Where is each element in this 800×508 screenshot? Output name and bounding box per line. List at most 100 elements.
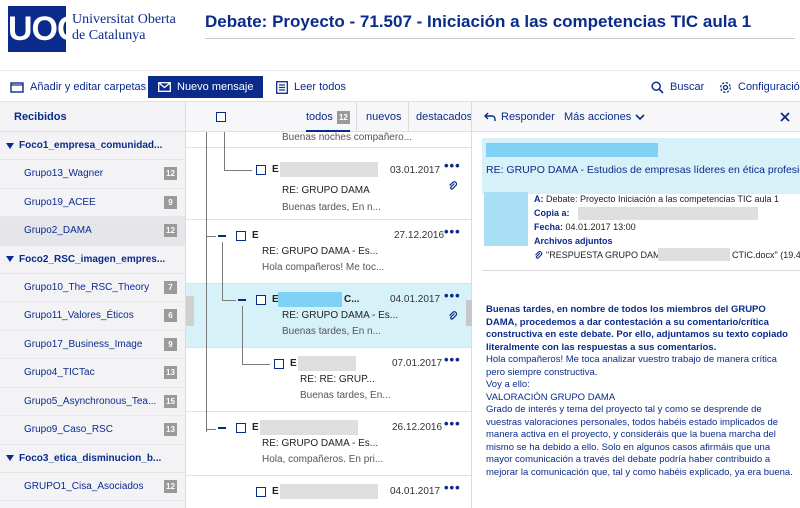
message-preview: Hola compañeros! Me toc... bbox=[262, 262, 385, 273]
attachment-link[interactable]: "RESPUESTA GRUPO DAMA A bbox=[546, 250, 674, 260]
message-subject: RE: RE: GRUP... bbox=[300, 374, 375, 385]
sender-initial: E bbox=[272, 486, 279, 497]
message-row[interactable]: E 26.12.2016 ••• RE: GRUPO DAMA - Es... … bbox=[186, 412, 471, 476]
read-all-button[interactable]: Leer todos bbox=[276, 71, 346, 103]
message-row[interactable]: E 27.12.2016 ••• RE: GRUPO DAMA - Es... … bbox=[186, 220, 471, 284]
gear-icon bbox=[720, 81, 731, 93]
folder-item-label: GRUPO1_Cisa_Asociados bbox=[24, 480, 144, 492]
unread-count-badge: 13 bbox=[164, 423, 177, 437]
message-date: 26.12.2016 bbox=[392, 422, 443, 433]
folder-group-foco2[interactable]: Foco2_RSC_imagen_empres... bbox=[0, 246, 185, 274]
message-preview: Buenas noches compañero... bbox=[282, 132, 413, 143]
message-checkbox[interactable] bbox=[256, 295, 266, 305]
message-row[interactable]: E 07.01.2017 ••• RE: RE: GRUP... Buenas … bbox=[186, 348, 471, 412]
body-paragraph: Grado de interés y tema del proyecto tal… bbox=[486, 404, 793, 478]
thread-line bbox=[222, 242, 223, 300]
collapse-thread-icon[interactable] bbox=[218, 427, 226, 429]
folder-item-label: Grupo10_The_RSC_Theory bbox=[24, 281, 150, 293]
more-options-icon[interactable]: ••• bbox=[444, 158, 461, 173]
collapse-thread-icon[interactable] bbox=[238, 299, 246, 301]
message-checkbox[interactable] bbox=[236, 423, 246, 433]
folder-item-grupo13[interactable]: Grupo13_Wagner 12 bbox=[0, 160, 185, 189]
settings-button[interactable]: Configuración bbox=[719, 71, 800, 103]
logo-line-1: Universitat Oberta bbox=[72, 12, 176, 27]
message-list: todos 12 nuevos destacados Buenas noches … bbox=[186, 102, 472, 508]
message-subject: RE: GRUPO DAMA - Es... bbox=[262, 246, 379, 257]
to-line: A: Debate: Proyecto Iniciación a las com… bbox=[534, 194, 779, 204]
toolbar: Añadir y editar carpetas Nuevo mensaje L… bbox=[0, 70, 800, 102]
uoc-logo[interactable]: UOC Universitat Oberta de Catalunya bbox=[8, 6, 198, 58]
header-divider bbox=[205, 38, 795, 39]
more-options-icon[interactable]: ••• bbox=[444, 224, 461, 239]
attachment-name-suffix: CTIC.docx" (19.43 Kb) bbox=[732, 250, 800, 260]
folder-group-label: Foco2_RSC_imagen_empres... bbox=[19, 253, 166, 265]
thread-line bbox=[224, 170, 252, 171]
app-header: UOC Universitat Oberta de Catalunya Deba… bbox=[0, 0, 800, 70]
folder-item-grupo19[interactable]: Grupo19_ACEE 9 bbox=[0, 189, 185, 217]
folder-group-foco1[interactable]: Foco1_empresa_comunidad... bbox=[0, 132, 185, 160]
folder-item-label: Grupo13_Wagner bbox=[24, 168, 104, 180]
folder-item-grupo4[interactable]: Grupo4_TICTac 13 bbox=[0, 359, 185, 388]
sender-name-redacted bbox=[280, 162, 378, 177]
more-options-icon[interactable]: ••• bbox=[444, 288, 461, 303]
message-subject: RE: GRUPO DAMA bbox=[282, 185, 370, 196]
message-preview: Hola, compañeros. En pri... bbox=[262, 454, 384, 465]
folder-item-grupo17[interactable]: Grupo17_Business_Image 9 bbox=[0, 331, 185, 359]
settings-label: Configuración bbox=[738, 81, 800, 93]
filter-all-label: todos bbox=[306, 111, 333, 123]
folder-item-grupo9[interactable]: Grupo9_Caso_RSC 13 bbox=[0, 416, 185, 445]
message-row[interactable]: E 03.01.2017 ••• RE: GRUPO DAMA Buenas t… bbox=[186, 148, 471, 220]
folder-group-label: Foco3_etica_disminucion_b... bbox=[19, 452, 162, 464]
more-actions-button[interactable]: Más acciones bbox=[564, 102, 645, 132]
attachment-icon bbox=[535, 251, 543, 259]
filter-all-tab[interactable]: todos 12 bbox=[306, 102, 350, 132]
chevron-down-icon bbox=[635, 113, 645, 120]
thread-line bbox=[206, 429, 216, 430]
cc-line: Copia a: bbox=[534, 208, 570, 218]
message-checkbox[interactable] bbox=[256, 165, 266, 175]
sender-initial: E bbox=[252, 422, 259, 433]
message-thread: Buenas noches compañero... E 03.01.2017 … bbox=[186, 132, 471, 508]
folder-item-grupo1[interactable]: GRUPO1_Cisa_Asociados 12 bbox=[0, 473, 185, 501]
message-subject-text: RE: GRUPO DAMA - Estudios de empresas lí… bbox=[486, 164, 800, 176]
message-preview: Buenas tardes, En... bbox=[300, 390, 391, 401]
more-options-icon[interactable]: ••• bbox=[444, 480, 461, 495]
message-checkbox[interactable] bbox=[274, 359, 284, 369]
message-meta: A: Debate: Proyecto Iniciación a las com… bbox=[482, 190, 800, 268]
folder-group-foco3[interactable]: Foco3_etica_disminucion_b... bbox=[0, 445, 185, 473]
message-checkbox[interactable] bbox=[236, 231, 246, 241]
select-all-checkbox[interactable] bbox=[216, 112, 226, 122]
new-message-button[interactable]: Nuevo mensaje bbox=[148, 76, 264, 98]
folder-item-grupo11[interactable]: Grupo11_Valores_Éticos 6 bbox=[0, 302, 185, 331]
chevron-down-icon bbox=[6, 256, 14, 262]
attachment-size[interactable]: CTIC.docx" (19.43 Kb) bbox=[732, 250, 800, 260]
thread-line bbox=[222, 300, 236, 301]
folder-item-label: Grupo17_Business_Image bbox=[24, 338, 143, 350]
search-button[interactable]: Buscar bbox=[651, 71, 704, 103]
message-subject-header: RE: GRUPO DAMA - Estudios de empresas lí… bbox=[482, 138, 800, 194]
close-button[interactable] bbox=[780, 102, 795, 132]
message-row-partial[interactable]: Buenas noches compañero... bbox=[186, 132, 471, 148]
column-resize-handle[interactable] bbox=[186, 296, 194, 326]
folder-item-grupo2[interactable]: Grupo2_DAMA 12 bbox=[0, 217, 185, 246]
more-options-icon[interactable]: ••• bbox=[444, 352, 461, 367]
filter-divider bbox=[356, 102, 357, 132]
reply-button[interactable]: Responder bbox=[484, 102, 555, 132]
message-row[interactable]: E 04.01.2017 ••• bbox=[186, 476, 471, 508]
folder-item-grupo5[interactable]: Grupo5_Asynchronous_Tea... 15 bbox=[0, 388, 185, 416]
more-options-icon[interactable]: ••• bbox=[444, 416, 461, 431]
body-paragraph: Voy a ello: bbox=[486, 379, 530, 390]
inbox-folder[interactable]: Recibidos bbox=[0, 102, 185, 132]
message-preview: Buenas tardes, En n... bbox=[282, 326, 381, 337]
collapse-thread-icon[interactable] bbox=[218, 235, 226, 237]
message-checkbox[interactable] bbox=[256, 487, 266, 497]
filter-starred-tab[interactable]: destacados bbox=[416, 102, 471, 132]
filter-new-tab[interactable]: nuevos bbox=[366, 102, 401, 132]
search-label: Buscar bbox=[670, 81, 705, 93]
message-row-selected[interactable]: E C... 04.01.2017 ••• RE: GRUPO DAMA - E… bbox=[186, 284, 471, 348]
folder-item-grupo10[interactable]: Grupo10_The_RSC_Theory 7 bbox=[0, 274, 185, 302]
attachments-label: Archivos adjuntos bbox=[534, 236, 613, 246]
message-date: 03.01.2017 bbox=[390, 165, 441, 176]
unread-count-badge: 7 bbox=[164, 280, 177, 294]
add-edit-folders-button[interactable]: Añadir y editar carpetas bbox=[10, 71, 146, 103]
